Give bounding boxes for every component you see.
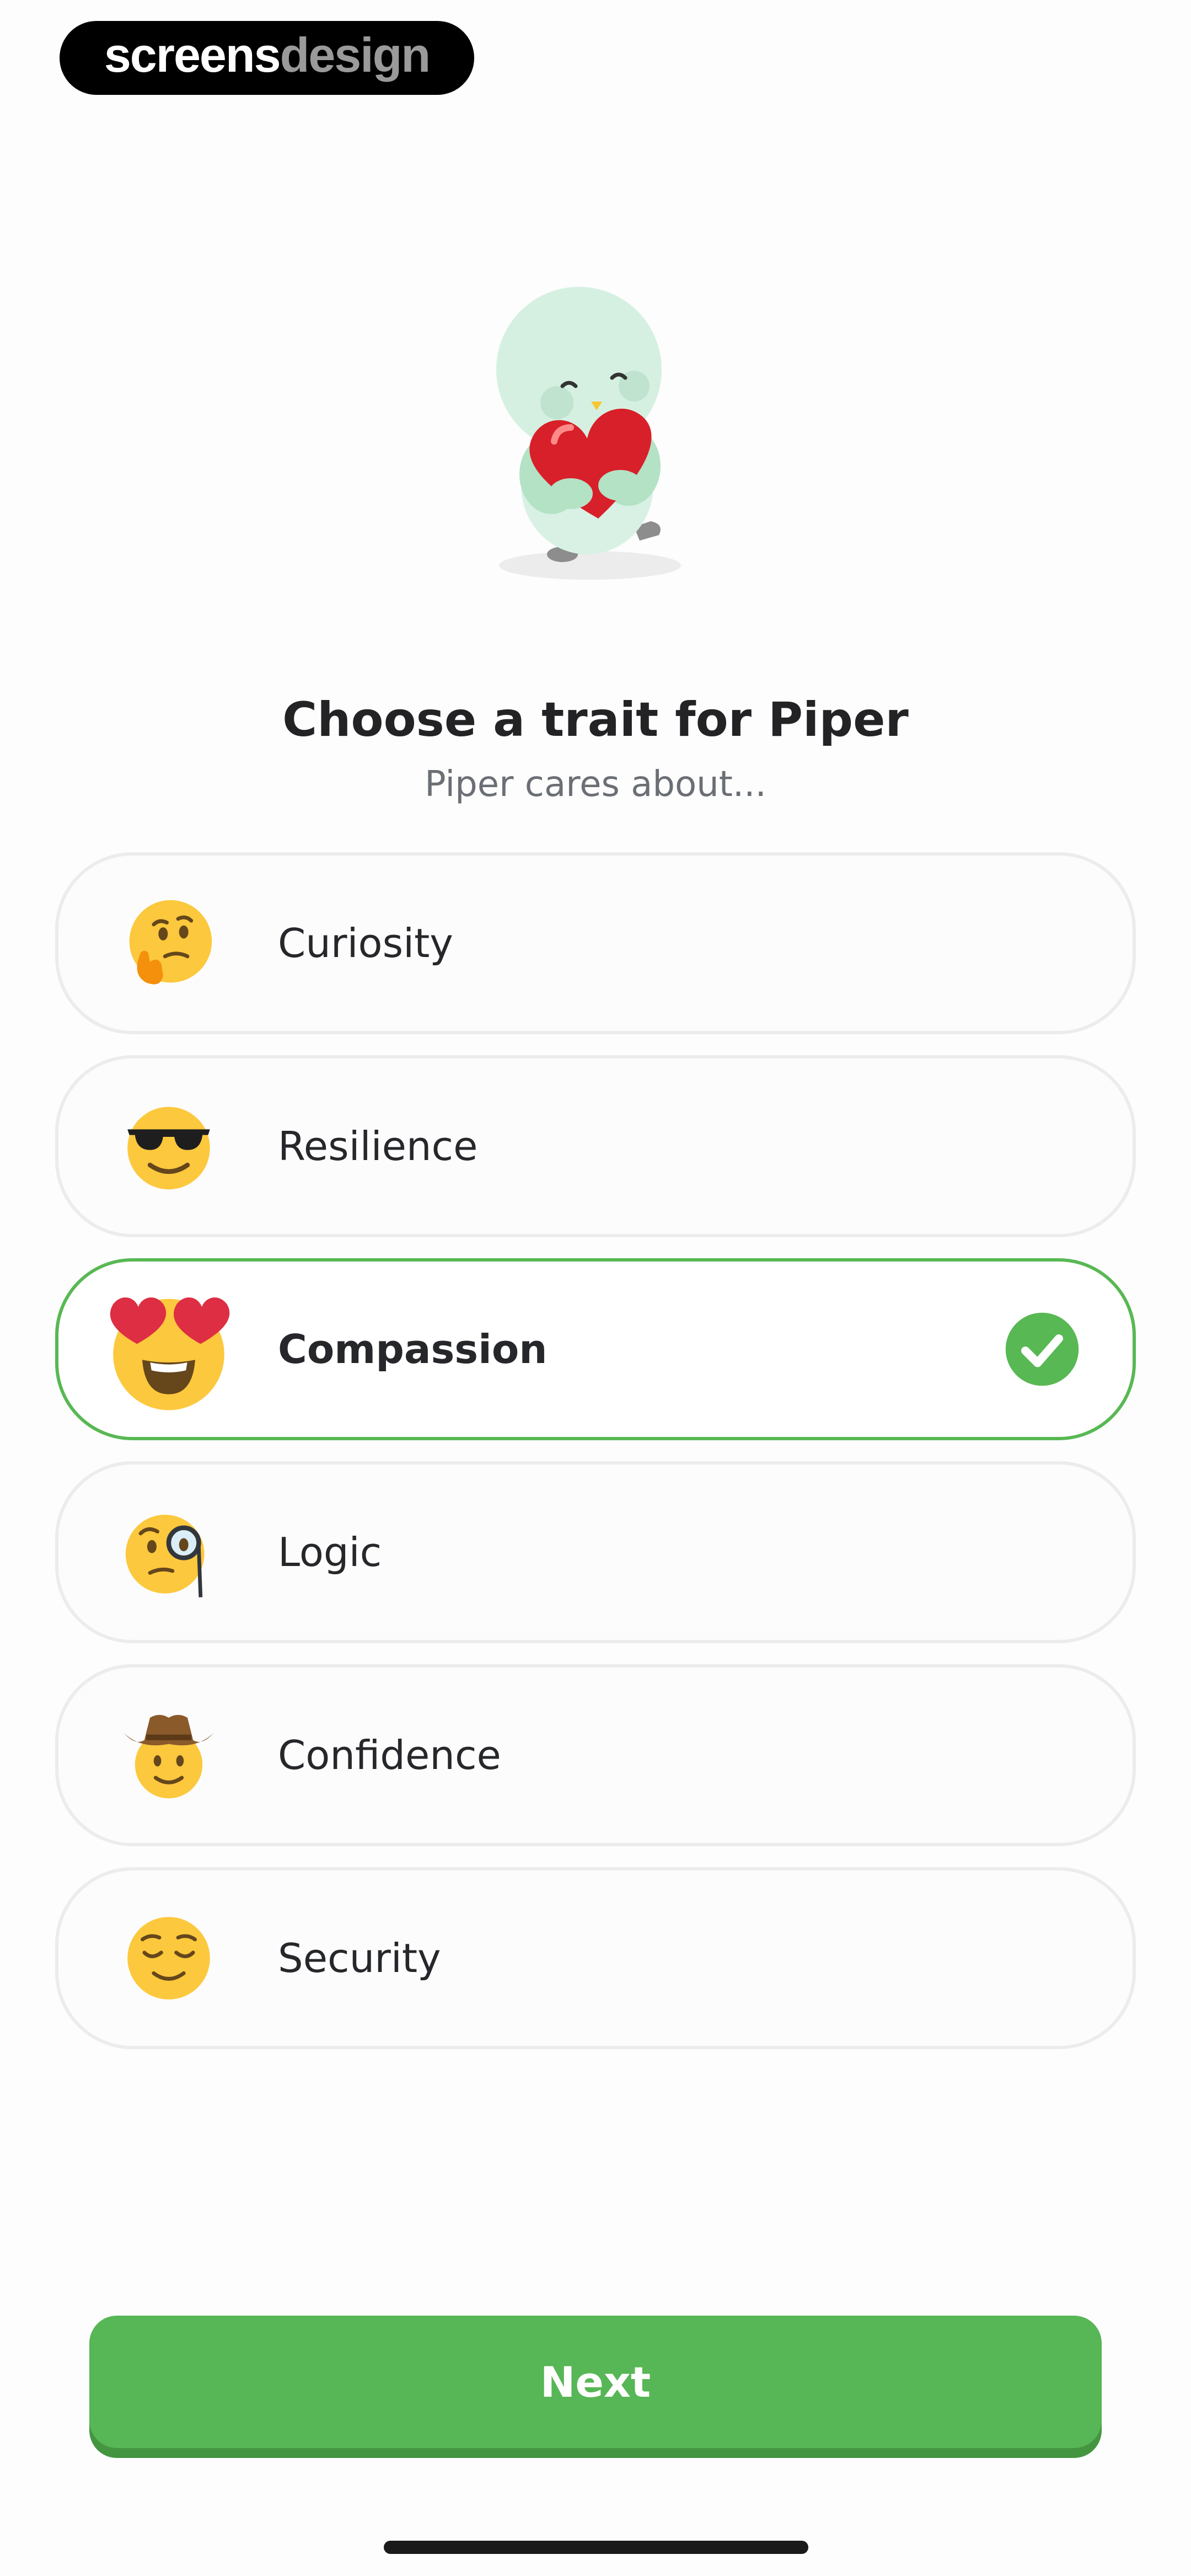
watermark-text-screens: screens (104, 28, 281, 82)
watermark-logo: screens design (60, 21, 474, 95)
next-button[interactable]: Next (89, 2316, 1102, 2448)
piper-mascot-illustration (496, 287, 681, 580)
trait-option-resilience[interactable]: Resilience (55, 1055, 1136, 1237)
relieved-face-icon (122, 1911, 216, 2005)
trait-options-list: Curiosity Resilience Compassion Logic Co… (55, 852, 1136, 2070)
trait-option-curiosity[interactable]: Curiosity (55, 852, 1136, 1034)
home-indicator[interactable] (384, 2541, 808, 2554)
monocle-face-icon (122, 1505, 216, 1599)
trait-option-confidence[interactable]: Confidence (55, 1664, 1136, 1846)
sunglasses-face-icon (122, 1099, 216, 1193)
trait-option-label: Confidence (278, 1732, 501, 1778)
heart-eyes-face-icon (103, 1283, 235, 1415)
page-subtitle: Piper cares about... (425, 764, 766, 805)
trait-option-label: Security (278, 1935, 441, 1981)
trait-option-security[interactable]: Security (55, 1867, 1136, 2049)
thinking-face-icon (122, 896, 216, 990)
trait-option-logic[interactable]: Logic (55, 1461, 1136, 1643)
cowboy-face-icon (122, 1708, 216, 1802)
page-title: Choose a trait for Piper (282, 692, 909, 747)
trait-option-compassion[interactable]: Compassion (55, 1258, 1136, 1440)
watermark-text-design: design (280, 28, 431, 82)
trait-option-label: Resilience (278, 1123, 478, 1169)
check-icon (1005, 1312, 1079, 1386)
trait-option-label: Logic (278, 1529, 382, 1575)
trait-option-label: Compassion (278, 1326, 548, 1372)
trait-option-label: Curiosity (278, 920, 453, 966)
